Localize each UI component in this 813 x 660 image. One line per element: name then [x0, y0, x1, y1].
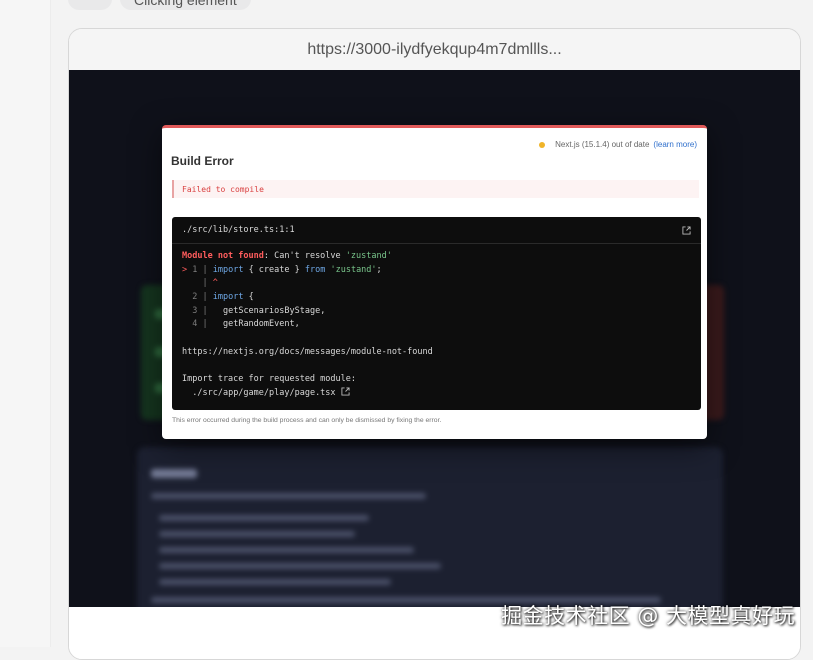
build-error-dialog: Next.js (15.1.4) out of date (learn more… [162, 125, 707, 439]
import-trace-label: Import trace for requested module: [182, 374, 356, 385]
browser-window: https://3000-ilydfyekqup4m7dmllls... Nex… [68, 28, 801, 660]
file-path[interactable]: ./src/lib/store.ts:1:1 [182, 225, 295, 235]
watermark-text: 掘金技术社区 @ 大模型真好玩 [501, 604, 795, 628]
blurred-bottom-panel [137, 447, 723, 607]
code-caret-line: | ^ [182, 278, 218, 289]
dialog-footer-note: This error occurred during the build pro… [172, 417, 442, 424]
warning-dot-icon [539, 141, 546, 148]
code-line-2: 2 | import { [192, 292, 254, 303]
failed-to-compile-banner: Failed to compile [172, 180, 699, 198]
import-trace-path-row: ./src/app/game/play/page.tsx [182, 387, 691, 401]
app-side-gutter [0, 0, 51, 647]
dialog-title: Build Error [171, 154, 234, 168]
code-line-4: 4 | getRandomEvent, [192, 319, 300, 330]
url-bar[interactable]: https://3000-ilydfyekqup4m7dmllls... [69, 29, 800, 71]
open-trace-file-icon[interactable] [341, 387, 350, 396]
code-line-3: 3 | getScenariosByStage, [192, 305, 326, 316]
learn-more-link[interactable]: (learn more) [653, 140, 697, 149]
error-code-frame: ./src/lib/store.ts:1:1 Module not found:… [172, 217, 701, 410]
page-viewport: Next.js (15.1.4) out of date (learn more… [69, 70, 800, 607]
version-text: Next.js (15.1.4) out of date [555, 140, 650, 149]
open-in-editor-icon[interactable] [682, 225, 691, 235]
error-line: Module not found: Can't resolve 'zustand… [182, 251, 392, 261]
import-trace-path[interactable]: ./src/app/game/play/page.tsx [192, 388, 335, 398]
code-frame-header: ./src/lib/store.ts:1:1 [172, 217, 701, 244]
docs-link[interactable]: https://nextjs.org/docs/messages/module-… [182, 346, 691, 360]
failed-message: Failed to compile [182, 184, 264, 194]
top-status-bar: Clicking element [68, 0, 251, 10]
code-line-1: > 1 | import { create } from 'zustand'; [182, 264, 382, 275]
status-icon-chip [68, 0, 112, 10]
nextjs-version-notice: Next.js (15.1.4) out of date (learn more… [539, 140, 697, 149]
code-frame-body: Module not found: Can't resolve 'zustand… [182, 250, 691, 401]
status-chip: Clicking element [120, 0, 251, 10]
